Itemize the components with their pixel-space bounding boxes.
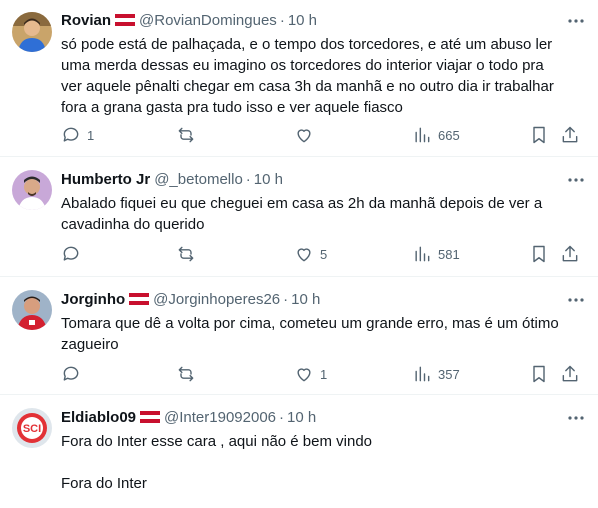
retweet-button[interactable] [176, 123, 202, 147]
tweet-header: Humberto Jr @_betomello · 10 h [61, 169, 588, 191]
share-icon [562, 245, 578, 262]
more-icon[interactable] [564, 409, 588, 427]
view-count: 581 [438, 246, 460, 262]
share-button[interactable] [560, 362, 580, 386]
svg-text:SCI: SCI [23, 423, 41, 435]
bookmark-button[interactable] [529, 242, 549, 266]
action-bar: 1 357 [0, 362, 598, 386]
like-icon [297, 368, 311, 382]
austria-flag-icon [140, 411, 161, 423]
tweet[interactable]: Rovian @RovianDomingues · 10 h só pode está… [0, 0, 598, 156]
separator-dot: · [245, 171, 251, 188]
avatar[interactable] [12, 12, 52, 52]
tweet-text: Abalado fiquei eu que cheguei em casa as… [61, 195, 543, 233]
like-button[interactable]: 5 [294, 242, 327, 266]
view-count: 665 [438, 127, 460, 143]
share-icon [562, 365, 578, 382]
handle[interactable]: @RovianDomingues [139, 12, 277, 29]
retweet-button[interactable] [176, 242, 202, 266]
avatar[interactable] [12, 290, 52, 330]
avatar[interactable] [12, 170, 52, 210]
retweet-icon [178, 127, 194, 143]
tweet-header: Rovian @RovianDomingues · 10 h [61, 10, 588, 32]
view-count: 357 [438, 366, 460, 382]
tweet-header: Jorginho @Jorginhoperes26 · 10 h [61, 289, 588, 311]
reply-icon [63, 366, 79, 381]
share-icon [562, 126, 578, 143]
share-button[interactable] [560, 242, 580, 266]
bookmark-icon [533, 126, 545, 144]
replies-timeline: Rovian @RovianDomingues · 10 h só pode está… [0, 0, 598, 508]
austria-flag-icon [115, 14, 136, 26]
bookmark-button[interactable] [529, 123, 549, 147]
views-button[interactable]: 357 [412, 362, 460, 386]
display-name[interactable]: Jorginho [61, 291, 125, 308]
handle[interactable]: @_betomello [154, 171, 243, 188]
display-name[interactable]: Humberto Jr [61, 171, 150, 188]
tweet-header: Eldiablo09 @Inter19092006 · 10 h [61, 407, 588, 429]
separator-dot: · [279, 12, 285, 29]
views-icon [415, 366, 430, 382]
bookmark-button[interactable] [529, 362, 549, 386]
tweet[interactable]: SCI Eldiablo09 @Inter19092006 · 10 h Fora d… [0, 395, 598, 508]
like-icon [297, 129, 311, 143]
timestamp[interactable]: 10 h [288, 12, 317, 29]
separator-dot: · [279, 409, 285, 426]
like-icon [297, 248, 311, 262]
action-bar: 1 665 [0, 123, 598, 147]
display-name[interactable]: Eldiablo09 [61, 409, 136, 426]
timestamp[interactable]: 10 h [287, 409, 316, 426]
like-count: 1 [320, 366, 328, 382]
like-count: 5 [320, 246, 328, 262]
reply-button[interactable] [61, 362, 87, 386]
views-icon [415, 246, 430, 262]
retweet-icon [178, 366, 194, 382]
more-icon[interactable] [564, 171, 588, 189]
reply-button[interactable]: 1 [61, 123, 94, 147]
reply-button[interactable] [61, 242, 87, 266]
reply-count: 1 [87, 127, 95, 143]
share-button[interactable] [560, 123, 580, 147]
tweet-text: Tomara que dê a volta por cima, cometeu … [61, 315, 559, 353]
avatar[interactable]: SCI [12, 408, 52, 448]
views-button[interactable]: 665 [412, 123, 460, 147]
more-icon[interactable] [564, 291, 588, 309]
tweet-text: só pode está de palhaçada, e o tempo dos… [61, 36, 554, 116]
views-icon [415, 127, 430, 143]
timestamp[interactable]: 10 h [291, 291, 320, 308]
austria-flag-icon [129, 293, 150, 305]
like-button[interactable] [294, 123, 320, 147]
handle[interactable]: @Inter19092006 [164, 409, 276, 426]
handle[interactable]: @Jorginhoperes26 [153, 291, 280, 308]
views-button[interactable]: 581 [412, 242, 460, 266]
more-icon[interactable] [564, 12, 588, 30]
reply-icon [63, 246, 79, 261]
action-bar: 5 581 [0, 242, 598, 266]
reply-icon [63, 127, 79, 142]
bookmark-icon [533, 365, 545, 383]
tweet[interactable]: Humberto Jr @_betomello · 10 h Abalado fiqu… [0, 157, 598, 276]
like-button[interactable]: 1 [294, 362, 327, 386]
tweet-text: Fora do Inter esse cara , aqui não é bem… [61, 433, 373, 492]
timestamp[interactable]: 10 h [254, 171, 283, 188]
display-name[interactable]: Rovian [61, 12, 111, 29]
separator-dot: · [283, 291, 289, 308]
retweet-button[interactable] [176, 362, 202, 386]
tweet[interactable]: Jorginho @Jorginhoperes26 · 10 h Tomara que… [0, 277, 598, 394]
bookmark-icon [533, 245, 545, 263]
retweet-icon [178, 246, 194, 262]
